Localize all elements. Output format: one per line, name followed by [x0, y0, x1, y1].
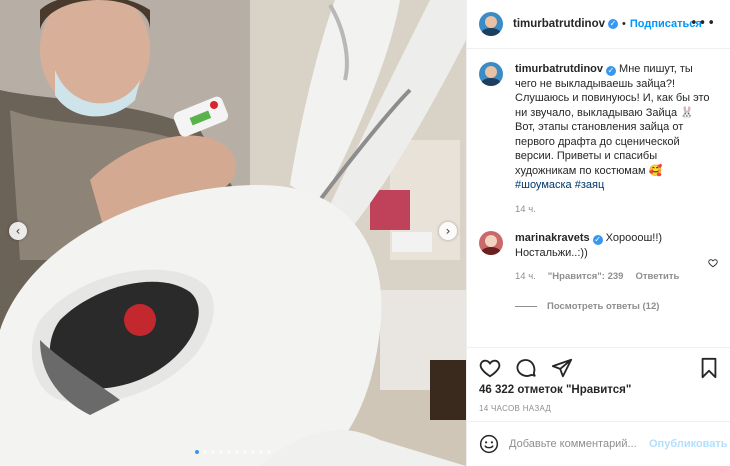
comment-body: marinakravets ✓ Хорооош!!) Ностальжи..:))… [515, 231, 715, 285]
replies-divider [515, 305, 537, 307]
carousel-dot [195, 450, 199, 454]
carousel-prev-button[interactable]: ‹ [9, 222, 27, 240]
carousel-dots [0, 450, 466, 454]
add-comment-bar: Опубликовать [467, 421, 730, 466]
comment-time: 14 ч. [515, 271, 536, 282]
caption-avatar[interactable] [479, 62, 503, 86]
carousel-dot [235, 450, 239, 454]
emoji-icon[interactable] [479, 434, 499, 454]
share-icon[interactable] [551, 357, 573, 379]
separator-dot: • [622, 18, 626, 30]
comment-like-heart-icon[interactable] [708, 258, 718, 268]
author-username[interactable]: timurbatrutdinov [513, 18, 605, 30]
comment-meta: 14 ч. "Нравится": 239 Ответить [515, 270, 715, 285]
chevron-right-icon: › [445, 224, 451, 238]
comment-icon[interactable] [515, 357, 537, 379]
action-bar [467, 348, 730, 388]
caption-hashtags[interactable]: #шоумаска #заяц [515, 179, 604, 191]
photo-illustration [0, 0, 466, 466]
chevron-left-icon: ‹ [15, 224, 21, 238]
carousel-dot [267, 450, 271, 454]
carousel-dot [219, 450, 223, 454]
view-replies-label: Посмотреть ответы (12) [547, 300, 660, 312]
post-header: timurbatrutdinov ✓ • Подписаться ••• [467, 0, 730, 49]
ellipsis-icon[interactable]: ••• [690, 16, 716, 31]
carousel-dot [251, 450, 255, 454]
publish-button[interactable]: Опубликовать [649, 438, 728, 450]
bookmark-icon[interactable] [699, 357, 719, 379]
heart-icon[interactable] [479, 357, 501, 379]
comment-likes[interactable]: "Нравится": 239 [548, 270, 624, 285]
carousel-next-button[interactable]: › [439, 222, 457, 240]
carousel-dot [227, 450, 231, 454]
post-photo[interactable]: ‹ › [0, 0, 466, 466]
view-replies-button[interactable]: Посмотреть ответы (12) [515, 301, 720, 312]
caption-time: 14 ч. [515, 203, 536, 215]
instagram-post: ‹ › timurbatrutdinov ✓ • Подписаться •••… [0, 0, 730, 466]
carousel-dot [259, 450, 263, 454]
author-avatar[interactable] [479, 12, 503, 36]
comment-input[interactable] [509, 438, 649, 450]
comments-section: timurbatrutdinov ✓ Мне пишут, ты чего не … [479, 62, 720, 342]
carousel-dot [243, 450, 247, 454]
likes-count[interactable]: 46 322 отметок "Нравится" [467, 384, 730, 396]
reply-button[interactable]: Ответить [635, 270, 679, 285]
verified-badge-icon: ✓ [608, 19, 618, 29]
caption-body: timurbatrutdinov ✓ Мне пишут, ты чего не … [515, 62, 715, 217]
verified-badge-icon: ✓ [606, 66, 616, 76]
comment-username[interactable]: marinakravets [515, 232, 590, 244]
caption-meta: 14 ч. [515, 203, 715, 218]
caption: timurbatrutdinov ✓ Мне пишут, ты чего не … [479, 62, 720, 217]
carousel-dot [211, 450, 215, 454]
verified-badge-icon: ✓ [592, 235, 603, 245]
carousel-dot [203, 450, 207, 454]
comment-item: marinakravets ✓ Хорооош!!) Ностальжи..:))… [479, 231, 720, 285]
caption-text: Мне пишут, ты чего не выкладываешь зайца… [515, 63, 710, 177]
caption-username[interactable]: timurbatrutdinov [515, 63, 603, 75]
post-actions: 46 322 отметок "Нравится" 14 ЧАСОВ НАЗАД [467, 347, 730, 413]
post-sidebar: timurbatrutdinov ✓ • Подписаться ••• tim… [466, 0, 730, 466]
commenter-avatar[interactable] [479, 231, 503, 255]
post-time-ago: 14 ЧАСОВ НАЗАД [479, 404, 552, 413]
